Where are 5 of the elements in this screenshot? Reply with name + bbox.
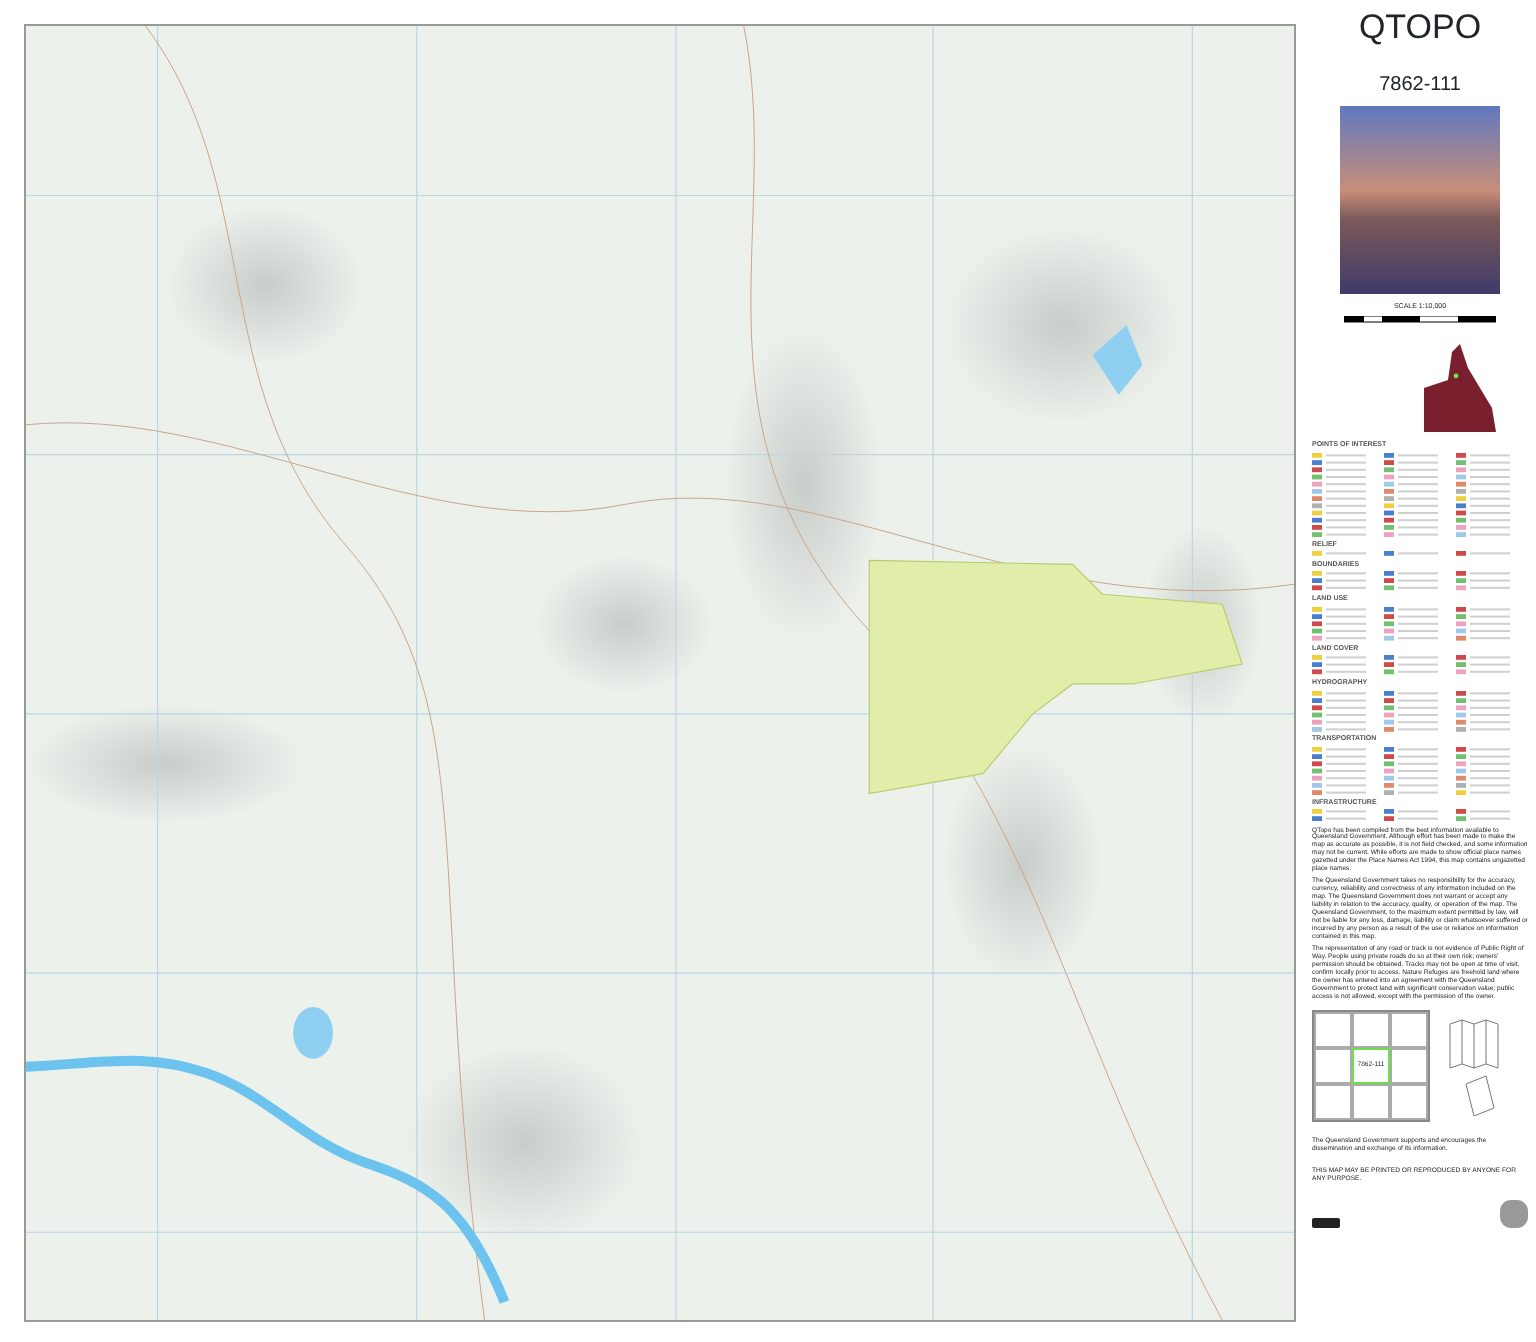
licence-badge	[1312, 1218, 1340, 1229]
state-locator-drawing	[1424, 344, 1496, 433]
map-sheet-number: 7862-111	[1379, 75, 1461, 96]
crest-icon	[1500, 1200, 1528, 1229]
map-title: QTOPO	[1358, 10, 1482, 48]
